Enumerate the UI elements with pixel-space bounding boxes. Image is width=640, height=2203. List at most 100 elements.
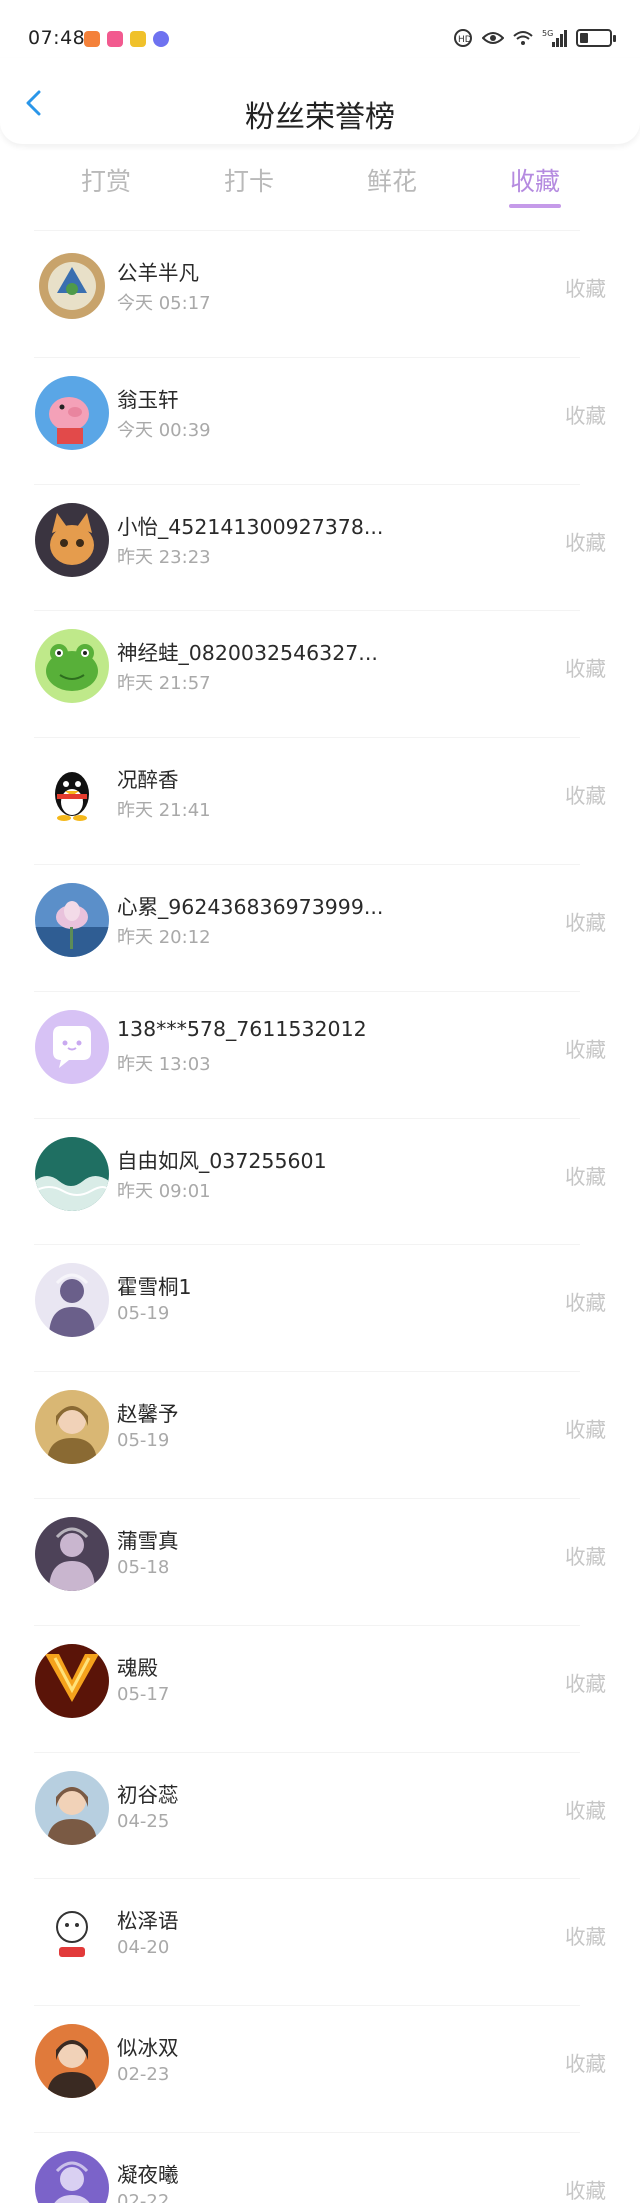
eye-icon <box>482 32 504 44</box>
tab-favorites[interactable]: 收藏 <box>495 162 575 208</box>
favorite-time: 今天 00:39 <box>117 419 211 441</box>
list-item[interactable]: 魂殿 05-17 收藏 <box>0 1624 640 1752</box>
list-item[interactable]: 蒲雪真 05-18 收藏 <box>0 1497 640 1625</box>
row-divider <box>34 2131 580 2133</box>
app-orange-icon <box>84 31 100 47</box>
status-app-icons <box>84 31 169 47</box>
favorite-action-label[interactable]: 收藏 <box>565 906 606 936</box>
tab-flowers[interactable]: 鲜花 <box>352 162 432 198</box>
battery-icon <box>576 29 616 47</box>
favorite-action-label[interactable]: 收藏 <box>565 1160 606 1190</box>
favorite-time: 05-17 <box>117 1683 170 1705</box>
favorite-time: 04-25 <box>117 1810 170 1832</box>
list-item[interactable]: 神经蛙_0820032546327... 昨天 21:57 收藏 <box>0 610 640 737</box>
list-item[interactable]: 心累_962436836973999... 昨天 20:12 收藏 <box>0 863 640 991</box>
favorite-action-label[interactable]: 收藏 <box>565 399 606 429</box>
favorite-action-label[interactable]: 收藏 <box>565 1413 606 1443</box>
favorite-action-label[interactable]: 收藏 <box>565 779 606 809</box>
user-name: 凝夜曦 <box>117 2162 179 2187</box>
avatar-badge-icon[interactable] <box>35 249 109 323</box>
user-name: 初谷蕊 <box>117 1782 179 1807</box>
list-item[interactable]: 小怡_452141300927378... 昨天 23:23 收藏 <box>0 483 640 611</box>
favorite-action-label[interactable]: 收藏 <box>565 652 606 682</box>
tab-favorites-label: 收藏 <box>509 167 560 196</box>
list-item[interactable]: 松泽语 04-20 收藏 <box>0 1878 640 2005</box>
avatar-penguin-icon[interactable] <box>35 756 109 831</box>
favorite-time: 昨天 21:57 <box>117 673 211 695</box>
avatar-character-icon[interactable] <box>35 1516 109 1591</box>
favorite-action-label[interactable]: 收藏 <box>565 2047 606 2077</box>
app-yellow-icon <box>130 31 146 47</box>
list-item[interactable]: 自由如风_037255601 昨天 09:01 收藏 <box>0 1117 640 1245</box>
favorite-time: 昨天 23:23 <box>117 546 211 568</box>
status-system-icons: HD 5G <box>452 28 616 48</box>
avatar-portrait-icon[interactable] <box>35 2024 109 2099</box>
favorite-time: 05-19 <box>117 1430 170 1452</box>
list-item[interactable]: 况醉香 昨天 21:41 收藏 <box>0 737 640 864</box>
avatar-wave-icon[interactable] <box>35 1136 109 1211</box>
tab-checkin[interactable]: 打卡 <box>209 162 289 198</box>
favorite-time: 04-20 <box>117 1937 170 1959</box>
signal-icon: 5G <box>542 29 567 47</box>
active-tab-indicator <box>509 204 561 208</box>
user-name: 小怡_452141300927378... <box>117 514 384 539</box>
app-blue-icon <box>153 31 169 47</box>
list-item[interactable]: 初谷蕊 04-25 收藏 <box>0 1751 640 1879</box>
row-divider <box>34 2005 580 2007</box>
favorite-action-label[interactable]: 收藏 <box>565 1033 606 1063</box>
favorite-time: 05-18 <box>117 1556 170 1578</box>
row-divider <box>34 1117 580 1119</box>
row-divider <box>34 1878 580 1880</box>
page-title: 粉丝荣誉榜 <box>245 100 395 135</box>
avatar-sketch-icon[interactable] <box>35 1897 109 1972</box>
avatar-pig-icon[interactable] <box>35 375 109 450</box>
favorite-time: 05-19 <box>117 1303 170 1325</box>
user-name: 公羊半凡 <box>117 261 199 285</box>
favorite-action-label[interactable]: 收藏 <box>565 1540 606 1570</box>
avatar-flame-icon[interactable] <box>35 1643 109 1718</box>
row-divider <box>34 356 580 358</box>
favorite-action-label[interactable]: 收藏 <box>565 1794 606 1824</box>
avatar-character-icon[interactable] <box>35 2150 109 2203</box>
avatar-cat-icon[interactable] <box>35 502 109 577</box>
favorite-action-label[interactable]: 收藏 <box>565 1920 606 1950</box>
tab-reward[interactable]: 打赏 <box>66 162 146 198</box>
list-item[interactable]: 似冰双 02-23 收藏 <box>0 2005 640 2132</box>
row-divider <box>34 1244 580 1246</box>
list-item[interactable]: 公羊半凡今天 05:17 收藏 <box>0 230 640 357</box>
avatar-character-icon[interactable] <box>35 1263 109 1338</box>
avatar-frog-icon[interactable] <box>35 629 109 704</box>
row-divider <box>34 1371 580 1373</box>
fan-list: 公羊半凡 今天 05:17 收藏 翁玉轩 今天 00:39 收藏 小怡_4521413009… <box>0 230 640 2203</box>
avatar-portrait-icon[interactable] <box>35 1390 109 1465</box>
list-item[interactable]: 138***578_7611532012 昨天 13:03 收藏 <box>0 990 640 1118</box>
tab-bar: 打赏 打卡 鲜花 收藏 <box>0 152 640 212</box>
favorite-time: 昨天 20:12 <box>117 926 211 948</box>
favorite-time: 02-23 <box>117 2064 170 2086</box>
avatar-portrait-icon[interactable] <box>35 1770 109 1845</box>
favorite-action-label[interactable]: 收藏 <box>565 1667 606 1697</box>
hd-call-icon: HD <box>454 29 472 47</box>
row-divider <box>34 1751 580 1753</box>
favorite-action-label[interactable]: 收藏 <box>565 526 606 556</box>
user-name: 赵馨予 <box>117 1402 179 1427</box>
row-divider <box>34 1497 580 1499</box>
row-divider <box>34 737 580 739</box>
avatar-flower-icon[interactable] <box>35 882 109 957</box>
favorite-action-label[interactable]: 收藏 <box>565 1286 606 1316</box>
favorite-time: 02-22 <box>117 2190 170 2203</box>
row-divider <box>34 1624 580 1626</box>
list-item[interactable]: 霍雪桐1 05-19 收藏 <box>0 1244 640 1371</box>
favorite-time: 今天 05:17 <box>117 293 211 314</box>
list-item[interactable]: 翁玉轩 今天 00:39 收藏 <box>0 356 640 484</box>
user-name: 况醉香 <box>117 768 179 793</box>
favorite-action-label[interactable]: 收藏 <box>565 272 606 302</box>
user-name: 神经蛙_0820032546327... <box>117 641 378 666</box>
list-item[interactable]: 赵馨予 05-19 收藏 <box>0 1371 640 1498</box>
avatar-chat-bubble-icon[interactable] <box>35 1009 109 1084</box>
favorite-action-label[interactable]: 收藏 <box>565 2174 606 2203</box>
row-divider <box>34 610 580 612</box>
wifi-icon <box>513 31 533 45</box>
list-item[interactable]: 凝夜曦 02-22 收藏 <box>0 2131 640 2203</box>
user-name: 心累_962436836973999... <box>117 894 384 919</box>
